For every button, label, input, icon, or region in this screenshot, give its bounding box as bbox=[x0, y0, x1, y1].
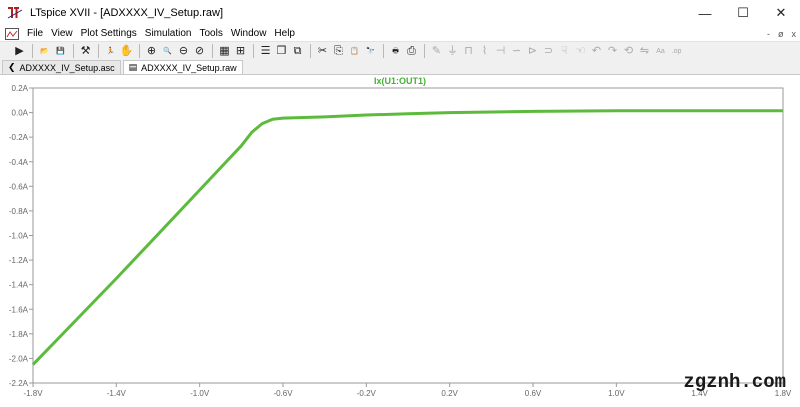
waveform-doc-icon bbox=[5, 27, 19, 40]
zoom-icon[interactable]: 🔍 bbox=[160, 44, 175, 59]
control-panel-icon[interactable]: ⚒ bbox=[78, 44, 93, 59]
document-tab-bar: ❮ ADXXXX_IV_Setup.asc ▤ ADXXXX_IV_Setup.… bbox=[0, 60, 800, 75]
text-icon[interactable]: Aa bbox=[653, 44, 668, 59]
cascade-icon[interactable]: ❐ bbox=[274, 44, 289, 59]
toolbar-separator bbox=[383, 44, 384, 58]
run-icon[interactable]: ▶ bbox=[12, 44, 27, 59]
toolbar-separator bbox=[98, 44, 99, 58]
waveform-icon: ▤ bbox=[128, 62, 138, 72]
x-tick-label: 0.6V bbox=[525, 389, 542, 398]
y-tick-label: -1.0A bbox=[9, 232, 29, 241]
label-icon[interactable]: ⊓ bbox=[461, 44, 476, 59]
tile-vertical-icon[interactable]: ⧉ bbox=[290, 44, 305, 59]
zoom-out-icon[interactable]: ⊖ bbox=[176, 44, 191, 59]
minimize-button[interactable]: — bbox=[686, 0, 724, 26]
toolbar-separator bbox=[73, 44, 74, 58]
tile-horizontal-icon[interactable]: ☰ bbox=[258, 44, 273, 59]
x-tick-label: -0.2V bbox=[357, 389, 377, 398]
toolbar-separator bbox=[32, 44, 33, 58]
zoom-cancel-icon[interactable]: ⊘ bbox=[192, 44, 207, 59]
ground-icon[interactable]: ⏚ bbox=[445, 44, 460, 59]
waveform-chart: 0.2A 0.0A -0.2A -0.4A -0.6A -0.8A -1.0A -1.2A -1… bbox=[9, 84, 792, 398]
move-hand-icon[interactable]: ☟ bbox=[557, 44, 572, 59]
zoom-in-icon[interactable]: ⊕ bbox=[144, 44, 159, 59]
y-tick-label: -1.6A bbox=[9, 305, 29, 314]
resistor-icon[interactable]: ⌇ bbox=[477, 44, 492, 59]
copy-icon[interactable]: ⎘ bbox=[331, 44, 346, 59]
cut-icon[interactable]: ✂ bbox=[315, 44, 330, 59]
capacitor-icon[interactable]: ⊣ bbox=[493, 44, 508, 59]
fit-icon[interactable]: ⊞ bbox=[233, 44, 248, 59]
menu-help[interactable]: Help bbox=[270, 28, 299, 39]
menu-plot-settings[interactable]: Plot Settings bbox=[77, 28, 141, 39]
hand-pan-icon[interactable]: ✋ bbox=[119, 44, 134, 59]
autorange-icon[interactable]: ▦ bbox=[217, 44, 232, 59]
ltspice-app-icon bbox=[6, 4, 24, 22]
y-tick-label: -0.2A bbox=[9, 133, 29, 142]
menu-view[interactable]: View bbox=[47, 28, 77, 39]
toolbar-separator bbox=[310, 44, 311, 58]
undo-icon[interactable]: ↶ bbox=[589, 44, 604, 59]
toolbar-separator bbox=[139, 44, 140, 58]
schematic-icon: ❮ bbox=[8, 62, 16, 72]
menu-tools[interactable]: Tools bbox=[195, 28, 226, 39]
print-icon[interactable]: ⎙ bbox=[404, 44, 419, 59]
y-tick-label: 0.2A bbox=[12, 84, 29, 93]
y-tick-label: -1.4A bbox=[9, 281, 29, 290]
inductor-icon[interactable]: ∽ bbox=[509, 44, 524, 59]
y-tick-label: -0.4A bbox=[9, 158, 29, 167]
component-icon[interactable]: ⊃ bbox=[541, 44, 556, 59]
redo-icon[interactable]: ↷ bbox=[605, 44, 620, 59]
x-tick-label: -1.0V bbox=[190, 389, 210, 398]
y-tick-label: -1.8A bbox=[9, 330, 29, 339]
y-tick-label: -2.0A bbox=[9, 354, 29, 363]
tab-schematic[interactable]: ❮ ADXXXX_IV_Setup.asc bbox=[2, 60, 121, 74]
tab-waveform[interactable]: ▤ ADXXXX_IV_Setup.raw bbox=[122, 60, 243, 74]
run-man-icon[interactable]: 🏃 bbox=[103, 44, 118, 59]
rotate-icon[interactable]: ⟲ bbox=[621, 44, 636, 59]
maximize-button[interactable]: ☐ bbox=[724, 0, 762, 26]
spice-directive-icon[interactable]: .op bbox=[669, 44, 684, 59]
y-tick-label: -0.8A bbox=[9, 207, 29, 216]
toolbar-separator bbox=[253, 44, 254, 58]
tab-label: ADXXXX_IV_Setup.raw bbox=[141, 62, 237, 73]
toolbar-separator bbox=[212, 44, 213, 58]
diode-icon[interactable]: ⊳ bbox=[525, 44, 540, 59]
menu-simulation[interactable]: Simulation bbox=[141, 28, 196, 39]
x-tick-label: 0.2V bbox=[441, 389, 458, 398]
x-tick-label: -1.4V bbox=[107, 389, 127, 398]
menu-file[interactable]: File bbox=[23, 28, 47, 39]
watermark: zgznh.com bbox=[683, 371, 786, 393]
menu-bar: File View Plot Settings Simulation Tools… bbox=[0, 26, 800, 41]
mirror-icon[interactable]: ⇋ bbox=[637, 44, 652, 59]
close-button[interactable]: ✕ bbox=[762, 0, 800, 26]
y-tick-label: 0.0A bbox=[12, 109, 29, 118]
save-icon[interactable]: 💾 bbox=[53, 44, 68, 59]
x-tick-label: -1.8V bbox=[23, 389, 43, 398]
print-preview-icon[interactable]: 🖶 bbox=[388, 44, 403, 59]
menu-window[interactable]: Window bbox=[227, 28, 271, 39]
toolbar: ▶ 📂 💾 ⚒ 🏃 ✋ ⊕ 🔍 ⊖ ⊘ ▦ ⊞ ☰ ❐ ⧉ ✂ ⎘ 📋 🔭 🖶 ⎙ ✎ ⏚ ⊓ ⌇ ⊣ ∽ ⊳ ⊃ ☟ ☜ ↶ ↷ ⟲ ⇋ Aa .op bbox=[0, 41, 800, 60]
wire-icon[interactable]: ✎ bbox=[429, 44, 444, 59]
title-bar: LTspice XVII - [ADXXXX_IV_Setup.raw] — ☐… bbox=[0, 0, 800, 26]
plot-frame bbox=[32, 87, 784, 384]
y-tick-label: -2.2A bbox=[9, 379, 29, 388]
mdi-minimize-button[interactable]: - bbox=[767, 29, 770, 39]
y-tick-label: -0.6A bbox=[9, 182, 29, 191]
paste-icon[interactable]: 📋 bbox=[347, 44, 362, 59]
x-tick-label: 1.0V bbox=[608, 389, 625, 398]
toolbar-separator bbox=[424, 44, 425, 58]
waveform-plot-pane[interactable]: Ix(U1:OUT1) 0.2A 0.0A -0.2A -0.4A -0.6A -0.8A… bbox=[0, 75, 800, 407]
series-line-0 bbox=[31, 109, 783, 366]
open-folder-icon[interactable]: 📂 bbox=[37, 44, 52, 59]
mdi-restore-button[interactable]: ø bbox=[778, 29, 784, 39]
y-tick-label: -1.2A bbox=[9, 256, 29, 265]
find-icon[interactable]: 🔭 bbox=[363, 44, 378, 59]
window-title: LTspice XVII - [ADXXXX_IV_Setup.raw] bbox=[30, 7, 223, 19]
tab-label: ADXXXX_IV_Setup.asc bbox=[19, 62, 115, 73]
drag-hand-icon[interactable]: ☜ bbox=[573, 44, 588, 59]
x-tick-label: -0.6V bbox=[273, 389, 293, 398]
mdi-close-button[interactable]: x bbox=[792, 29, 797, 39]
